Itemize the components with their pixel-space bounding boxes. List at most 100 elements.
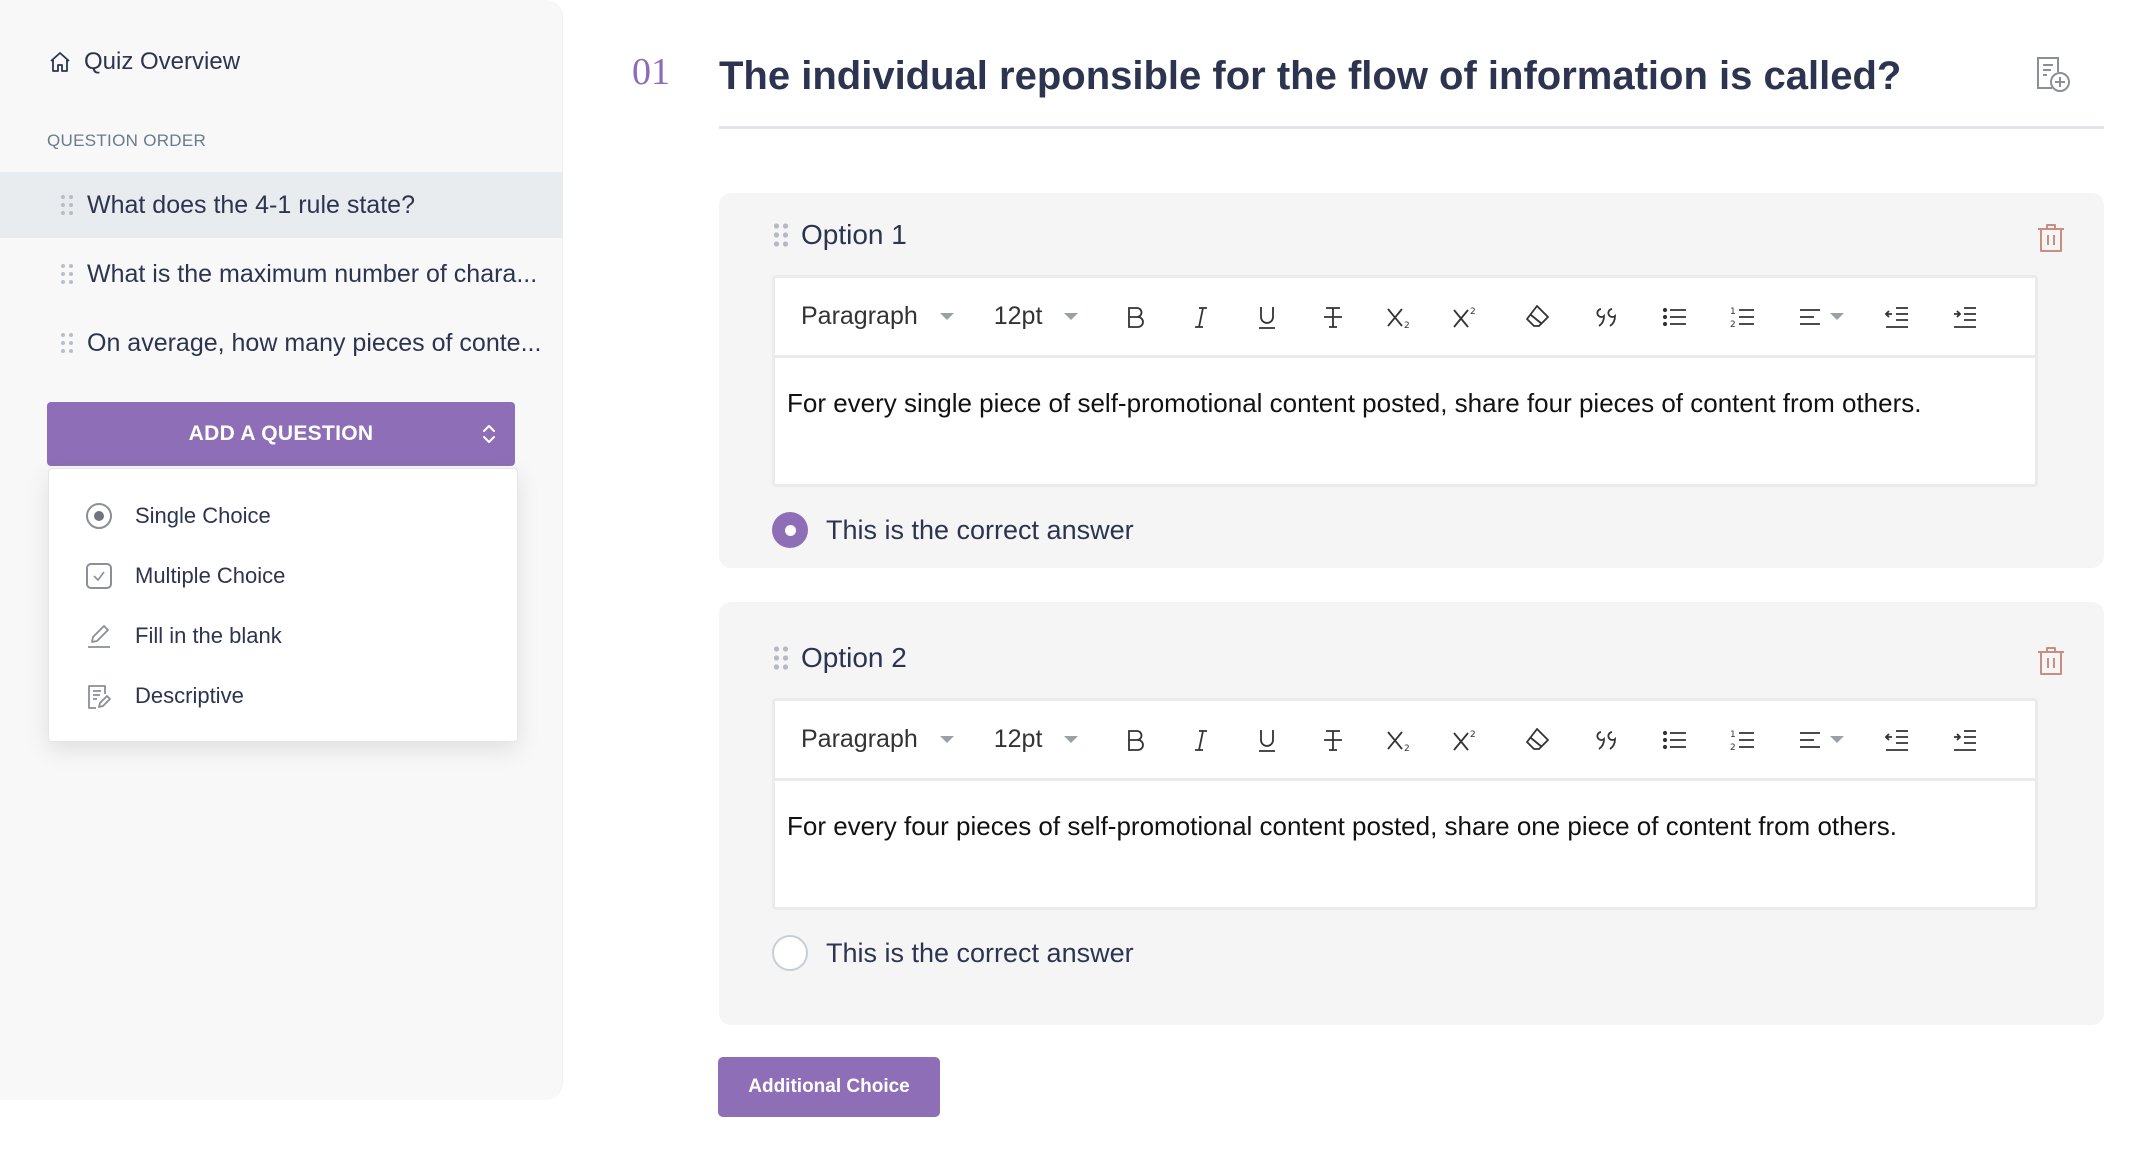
correct-answer-radio[interactable]: This is the correct answer — [772, 935, 1134, 971]
option-content[interactable]: For every four pieces of self-promotiona… — [787, 811, 1897, 842]
bullet-list-button[interactable] — [1658, 723, 1692, 757]
caret-down-icon — [1064, 313, 1079, 320]
underline-icon — [1259, 729, 1276, 752]
drag-handle-icon[interactable] — [773, 645, 789, 671]
drag-handle-icon[interactable] — [60, 332, 74, 354]
numbered-list-button[interactable]: 12 — [1726, 723, 1760, 757]
superscript-icon: 2 — [1453, 730, 1476, 751]
svg-text:2: 2 — [1470, 307, 1476, 317]
option-label: Option 1 — [801, 219, 907, 250]
drag-handle-icon[interactable] — [60, 194, 74, 216]
radio-icon — [86, 503, 112, 529]
superscript-button[interactable]: 2 — [1448, 723, 1482, 757]
question-number: 01 — [632, 51, 670, 93]
align-left-icon — [1800, 308, 1821, 325]
subscript-button[interactable]: 2 — [1382, 723, 1416, 757]
blockquote-button[interactable] — [1590, 723, 1624, 757]
correct-answer-label: This is the correct answer — [826, 514, 1134, 545]
bold-icon — [1128, 729, 1145, 751]
italic-button[interactable] — [1184, 723, 1218, 757]
option-header: Option 2 — [773, 642, 907, 674]
block-format-select[interactable]: Paragraph — [801, 725, 954, 754]
numbered-list-icon: 12 — [1730, 730, 1755, 753]
bold-button[interactable] — [1118, 723, 1152, 757]
numbered-list-icon: 12 — [1730, 307, 1755, 330]
drag-handle-icon[interactable] — [60, 263, 74, 285]
svg-text:1: 1 — [1730, 730, 1736, 740]
svg-text:2: 2 — [1730, 743, 1736, 753]
indent-icon — [1954, 306, 1977, 328]
italic-button[interactable] — [1184, 300, 1218, 334]
question-list-item-label: What does the 4-1 rule state? — [87, 190, 415, 219]
question-list-item-label: What is the maximum number of chara... — [87, 259, 538, 288]
subscript-icon: 2 — [1387, 307, 1410, 331]
clear-format-button[interactable] — [1520, 723, 1554, 757]
bold-button[interactable] — [1118, 300, 1152, 334]
question-list-item[interactable]: What does the 4-1 rule state? — [0, 172, 563, 238]
question-list-item[interactable]: What is the maximum number of chara... — [0, 241, 563, 307]
eraser-icon — [1526, 727, 1550, 750]
editor-toolbar: Paragraph 12pt 2 2 12 — [775, 701, 2035, 781]
bold-icon — [1128, 306, 1145, 328]
menu-item-multiple-choice[interactable]: Multiple Choice — [49, 551, 517, 601]
trash-icon[interactable] — [2035, 221, 2067, 255]
radio-selected-icon[interactable] — [772, 512, 808, 548]
align-button[interactable] — [1794, 723, 1828, 757]
option-card: Option 2 Paragraph 12pt 2 2 12 For every… — [719, 602, 2104, 1025]
strikethrough-icon — [1324, 306, 1343, 328]
rich-text-editor: Paragraph 12pt 2 2 12 For every four pie… — [772, 698, 2038, 910]
underline-icon — [1259, 306, 1276, 329]
drag-handle-icon[interactable] — [773, 222, 789, 248]
chevron-up-down-icon — [483, 425, 495, 443]
menu-item-single-choice[interactable]: Single Choice — [49, 491, 517, 541]
block-format-value: Paragraph — [801, 302, 918, 330]
trash-icon[interactable] — [2035, 644, 2067, 678]
strikethrough-button[interactable] — [1316, 723, 1350, 757]
align-caret-down-icon[interactable] — [1830, 313, 1845, 320]
question-list-item[interactable]: On average, how many pieces of conte... — [0, 310, 563, 376]
font-size-select[interactable]: 12pt — [994, 302, 1079, 331]
outdent-button[interactable] — [1880, 723, 1914, 757]
align-button[interactable] — [1794, 300, 1828, 334]
align-caret-down-icon[interactable] — [1830, 736, 1845, 743]
strikethrough-button[interactable] — [1316, 300, 1350, 334]
superscript-icon: 2 — [1453, 307, 1476, 328]
quote-icon — [1596, 307, 1617, 327]
menu-item-label: Descriptive — [135, 683, 244, 708]
underline-button[interactable] — [1250, 723, 1284, 757]
bullet-list-icon — [1663, 730, 1687, 749]
radio-unselected-icon[interactable] — [772, 935, 808, 971]
menu-item-descriptive[interactable]: Descriptive — [49, 671, 517, 721]
indent-icon — [1954, 729, 1977, 751]
checkbox-icon — [86, 563, 112, 589]
bullet-list-button[interactable] — [1658, 300, 1692, 334]
blockquote-button[interactable] — [1590, 300, 1624, 334]
font-size-value: 12pt — [993, 302, 1043, 330]
additional-choice-button[interactable]: Additional Choice — [718, 1057, 940, 1117]
indent-button[interactable] — [1948, 300, 1982, 334]
numbered-list-button[interactable]: 12 — [1726, 300, 1760, 334]
svg-text:1: 1 — [1730, 307, 1736, 317]
correct-answer-radio[interactable]: This is the correct answer — [772, 512, 1134, 548]
option-content[interactable]: For every single piece of self-promotion… — [787, 388, 1921, 419]
eraser-icon — [1526, 304, 1550, 327]
sidebar: Quiz Overview QUESTION ORDER What does t… — [0, 0, 563, 1100]
svg-text:2: 2 — [1404, 321, 1410, 331]
add-document-icon[interactable] — [2032, 54, 2072, 94]
clear-format-button[interactable] — [1520, 300, 1554, 334]
subscript-button[interactable]: 2 — [1382, 300, 1416, 334]
add-question-button[interactable]: ADD A QUESTION — [47, 402, 515, 466]
indent-button[interactable] — [1948, 723, 1982, 757]
font-size-select[interactable]: 12pt — [994, 725, 1079, 754]
superscript-button[interactable]: 2 — [1448, 300, 1482, 334]
align-left-icon — [1800, 731, 1821, 748]
quiz-overview-link[interactable]: Quiz Overview — [48, 48, 240, 76]
question-title[interactable]: The individual reponsible for the flow o… — [719, 54, 1901, 99]
caret-down-icon — [939, 736, 954, 743]
outdent-button[interactable] — [1880, 300, 1914, 334]
block-format-select[interactable]: Paragraph — [801, 302, 954, 331]
pencil-icon — [88, 625, 110, 648]
option-label: Option 2 — [801, 642, 907, 673]
underline-button[interactable] — [1250, 300, 1284, 334]
menu-item-fill-in-the-blank[interactable]: Fill in the blank — [49, 611, 517, 661]
